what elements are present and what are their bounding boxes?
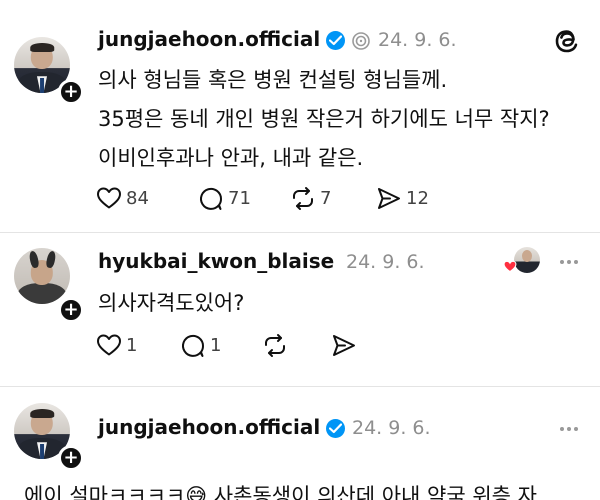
heart-icon <box>503 260 517 273</box>
post-date: 24. 9. 6. <box>352 417 431 439</box>
heart-icon <box>97 334 121 356</box>
post-text-line: 의사 형님들 혹은 병원 컨설팅 형님들께. <box>98 68 448 92</box>
author-reply-post[interactable]: + jungjaehoon.official 24. 9. 6. 에이 설마ㅋㅋ… <box>0 387 600 500</box>
like-button[interactable]: 84 <box>96 186 149 210</box>
post-date: 24. 9. 6. <box>346 251 425 273</box>
more-icon[interactable] <box>560 427 578 431</box>
reply-post[interactable]: + hyukbai_kwon_blaise 24. 9. 6. 의사자격도있어?… <box>0 233 600 383</box>
liked-by-author-avatar <box>514 247 540 273</box>
share-button[interactable] <box>331 333 357 358</box>
repost-icon <box>265 334 285 357</box>
reply-count: 71 <box>228 188 251 209</box>
post-text-line: 이비인후과나 안과, 내과 같은. <box>98 146 364 170</box>
post-text-line: 의사자격도있어? <box>98 291 245 315</box>
username[interactable]: jungjaehoon.official <box>98 27 320 51</box>
post-text-line: 에이 설마ㅋㅋㅋㅋ😅 사촌동생이 의산데 아내 약국 위층 자 <box>24 484 537 500</box>
more-icon[interactable] <box>560 260 578 264</box>
username[interactable]: hyukbai_kwon_blaise <box>98 249 334 273</box>
repost-button[interactable] <box>262 333 288 358</box>
like-count: 1 <box>126 334 138 356</box>
share-button[interactable]: 12 <box>376 186 429 211</box>
send-icon <box>333 335 355 356</box>
follow-plus-icon[interactable]: + <box>58 297 84 323</box>
repost-count: 7 <box>320 188 332 209</box>
repost-button[interactable]: 7 <box>290 186 331 211</box>
reply-count: 1 <box>210 335 222 356</box>
like-button[interactable]: 1 <box>96 333 137 357</box>
post-text-line: 35평은 동네 개인 병원 작은거 하기에도 너무 작지? <box>98 107 550 131</box>
spiral-icon <box>352 32 370 50</box>
send-icon <box>378 188 400 209</box>
follow-plus-icon[interactable]: + <box>58 445 84 471</box>
reply-button[interactable]: 1 <box>180 333 221 358</box>
post-original[interactable]: + jungjaehoon.official 24. 9. 6. 의사 형님들 … <box>0 0 600 232</box>
follow-plus-icon[interactable]: + <box>58 79 84 105</box>
like-count: 84 <box>126 187 149 209</box>
heart-icon <box>97 187 121 209</box>
username[interactable]: jungjaehoon.official <box>98 415 320 439</box>
comment-icon <box>200 187 223 210</box>
comment-icon <box>182 334 205 357</box>
repost-icon <box>293 187 313 210</box>
avatar[interactable] <box>14 248 70 304</box>
verified-badge-icon <box>326 419 345 438</box>
share-count: 12 <box>406 188 429 209</box>
verified-badge-icon <box>326 31 345 50</box>
post-date: 24. 9. 6. <box>378 29 457 51</box>
threads-logo-icon[interactable] <box>553 26 581 56</box>
reply-button[interactable]: 71 <box>198 186 251 211</box>
